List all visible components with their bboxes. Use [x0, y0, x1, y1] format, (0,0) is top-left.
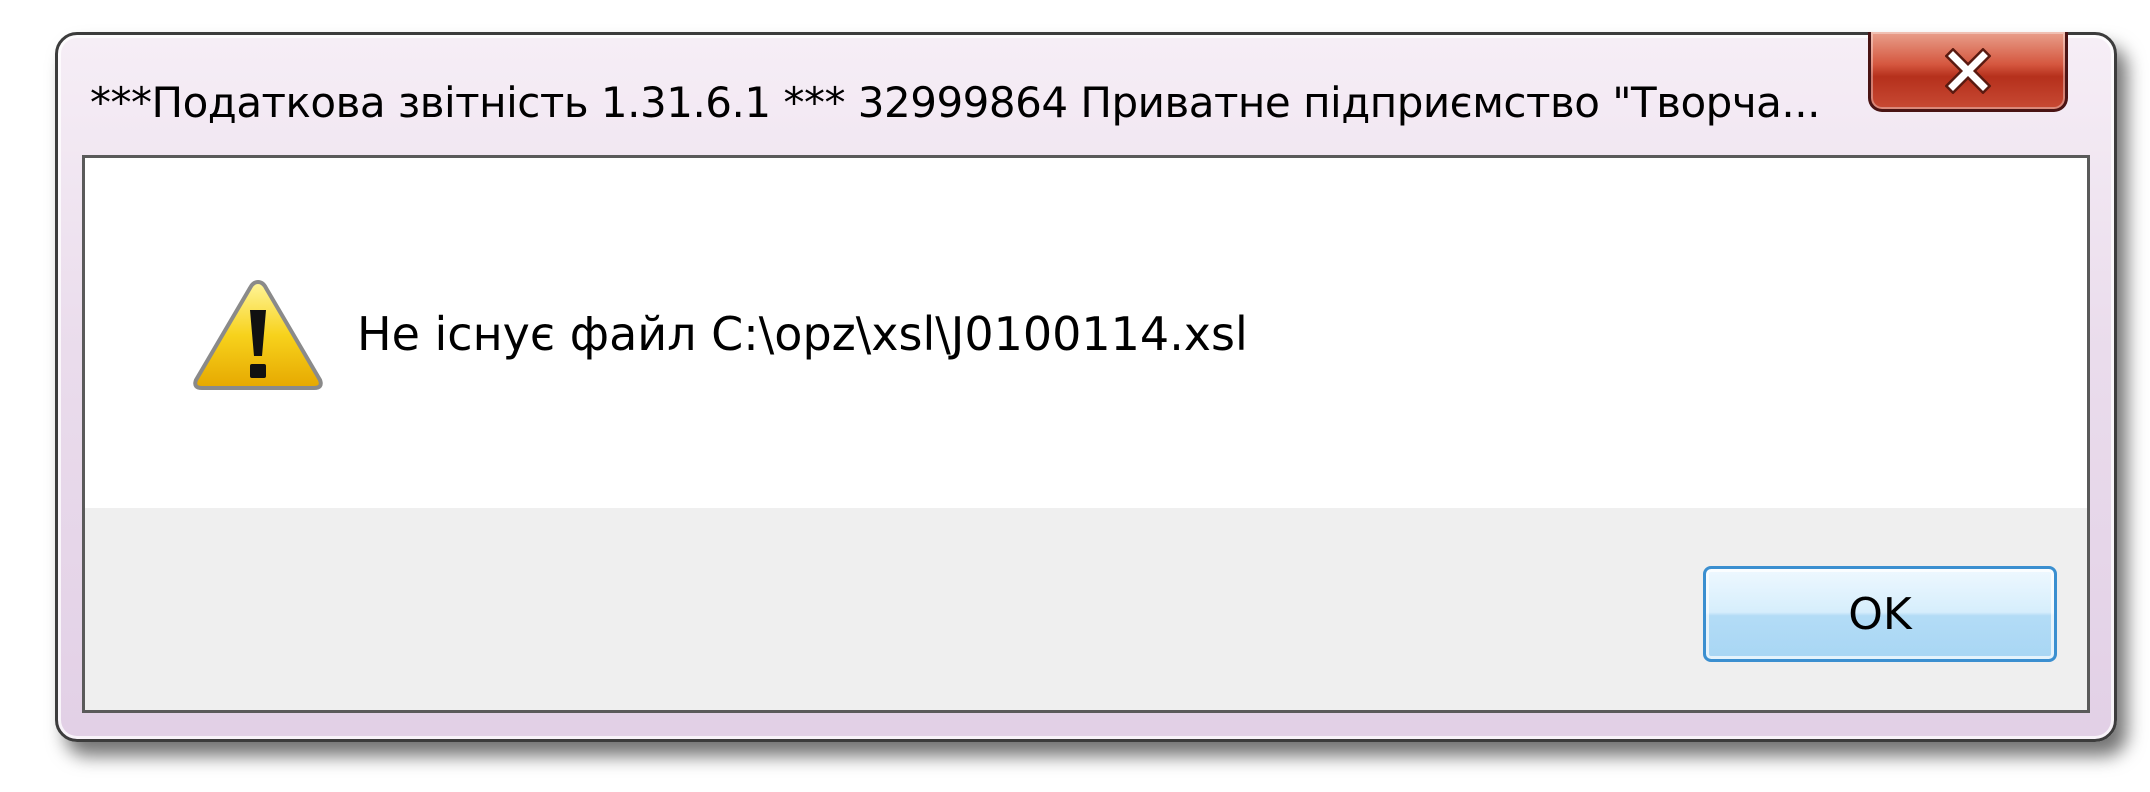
message-text: Не існує файл C:\opz\xsl\J0100114.xsl: [357, 307, 1248, 361]
close-button[interactable]: [1868, 32, 2068, 112]
ok-button[interactable]: OK: [1703, 566, 2057, 662]
close-icon: [1945, 47, 1991, 94]
dialog-client-area: Не існує файл C:\opz\xsl\J0100114.xsl OK: [82, 155, 2090, 713]
message-dialog: ***Податкова звітність 1.31.6.1 *** 3299…: [55, 32, 2117, 742]
window-title: ***Податкова звітність 1.31.6.1 *** 3299…: [90, 78, 1820, 127]
warning-icon: [193, 279, 323, 390]
button-bar: OK: [85, 508, 2087, 710]
message-area: Не існує файл C:\opz\xsl\J0100114.xsl: [85, 158, 2087, 508]
